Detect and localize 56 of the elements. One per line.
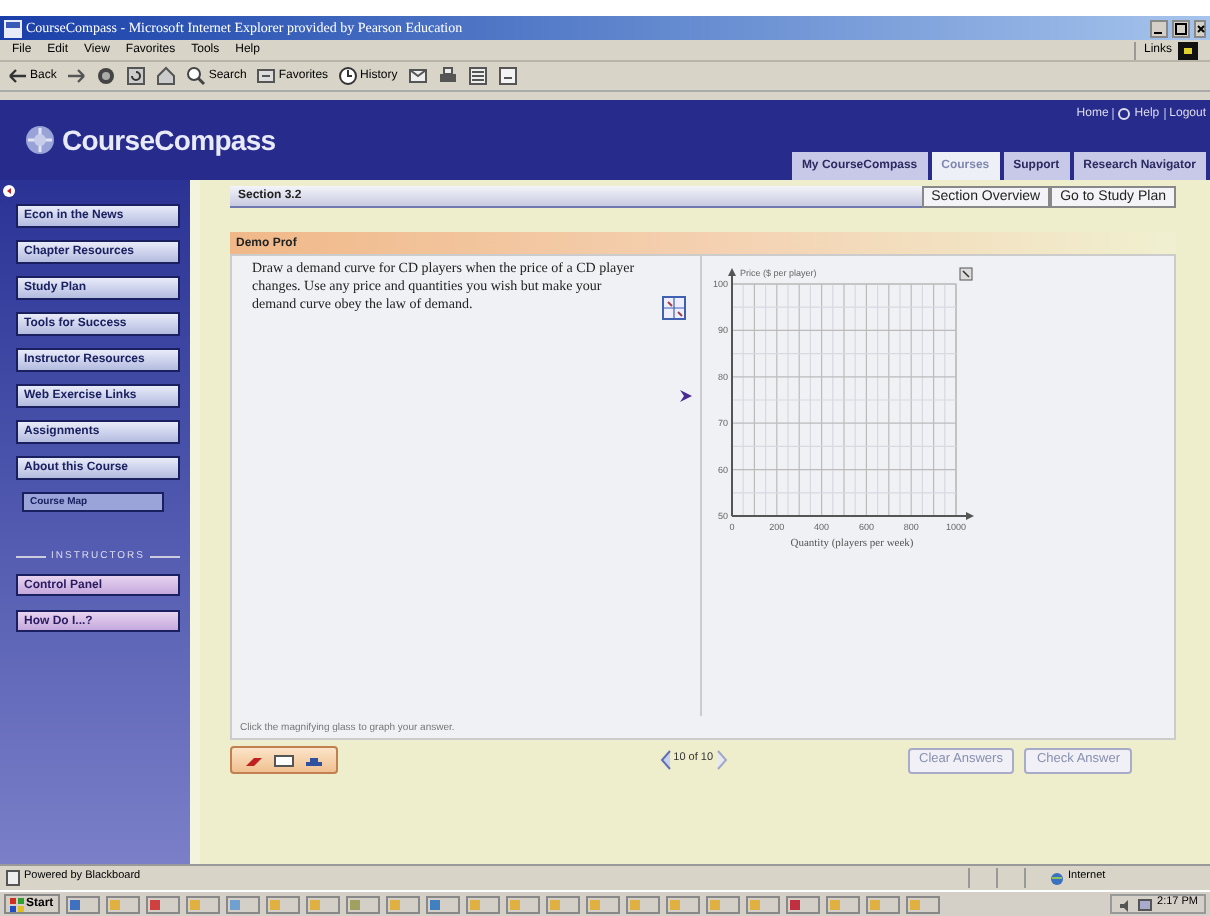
windows-logo-icon [10, 897, 24, 911]
minimize-icon[interactable] [1150, 19, 1168, 37]
taskbar-app-icon[interactable] [145, 895, 180, 913]
clock-icon [338, 66, 359, 86]
eraser-icon[interactable] [244, 753, 264, 767]
taskbar-app-icon[interactable] [545, 895, 580, 913]
taskbar-app-icon[interactable] [585, 895, 620, 913]
close-icon[interactable] [1194, 19, 1206, 37]
card-icon[interactable] [274, 753, 294, 767]
globe-icon [1050, 871, 1064, 885]
taskbar-app-icon[interactable] [465, 895, 500, 913]
maximize-icon[interactable] [1172, 19, 1190, 37]
taskbar-app-icon[interactable] [305, 895, 340, 913]
toolbar-logo-icon [1178, 41, 1198, 59]
network-icon[interactable] [1137, 897, 1152, 911]
zoom-icon[interactable] [959, 267, 973, 281]
previous-icon[interactable] [659, 750, 672, 770]
taskbar-app-icon[interactable] [785, 895, 820, 913]
home-icon[interactable] [156, 66, 177, 86]
taskbar-app-icon[interactable] [905, 895, 940, 913]
page-icon[interactable] [497, 66, 518, 86]
mail-icon[interactable] [407, 66, 428, 86]
taskbar-app-icon[interactable] [745, 895, 780, 913]
compass-logo-icon [24, 124, 56, 156]
folder-icon [256, 66, 277, 86]
toolbox-icon[interactable] [304, 753, 324, 767]
taskbar-app-icon[interactable] [105, 895, 140, 913]
taskbar-app-icon[interactable] [625, 895, 660, 913]
graph-tool-icon[interactable] [662, 296, 686, 320]
page-icon [6, 870, 20, 886]
forward-arrow-icon[interactable] [66, 66, 87, 86]
speaker-icon[interactable] [1117, 897, 1132, 911]
arrow-pointer-icon [680, 390, 692, 402]
next-icon[interactable] [715, 750, 728, 770]
search-icon [186, 66, 207, 86]
taskbar-app-icon[interactable] [865, 895, 900, 913]
back-arrow-icon [8, 66, 28, 86]
collapse-icon[interactable] [2, 184, 16, 198]
printer-icon[interactable] [437, 66, 458, 86]
taskbar-app-icon[interactable] [665, 895, 700, 913]
site-logo[interactable]: CourseCompass [62, 126, 276, 154]
document-icon[interactable] [467, 66, 488, 86]
taskbar-app-icon[interactable] [185, 895, 220, 913]
taskbar-app-icon[interactable] [385, 895, 420, 913]
taskbar-app-icon[interactable] [825, 895, 860, 913]
taskbar-app-icon[interactable] [705, 895, 740, 913]
taskbar-app-icon[interactable] [65, 895, 100, 913]
taskbar-app-icon[interactable] [225, 895, 260, 913]
page-icon [4, 19, 22, 37]
stop-icon[interactable] [96, 66, 117, 86]
taskbar-app-icon[interactable] [345, 895, 380, 913]
taskbar-app-icon[interactable] [265, 895, 300, 913]
taskbar-app-icon[interactable] [505, 895, 540, 913]
refresh-icon[interactable] [126, 66, 147, 86]
taskbar-app-icon[interactable] [425, 895, 460, 913]
help-icon [1118, 108, 1131, 120]
